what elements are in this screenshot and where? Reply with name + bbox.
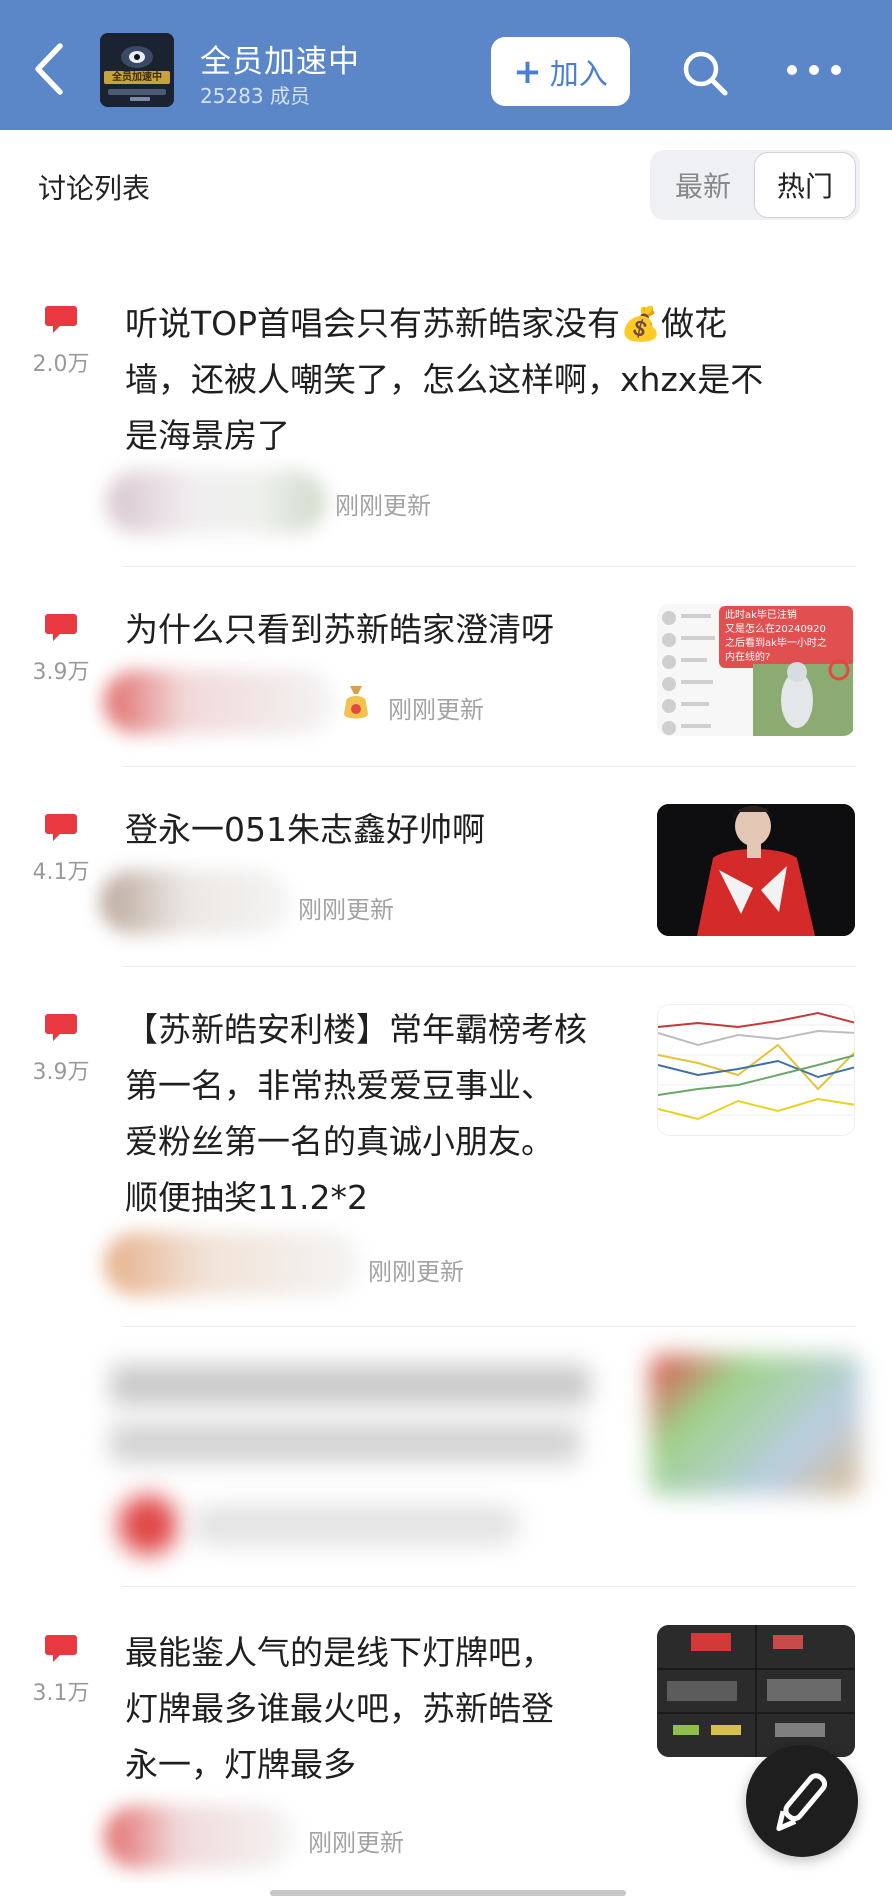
chat-bubble-icon: [45, 1635, 77, 1662]
group-avatar-image: [100, 33, 174, 107]
post-thumbnail[interactable]: [657, 1004, 855, 1136]
post-title-line: 顺便抽奖11.2*2: [125, 1178, 368, 1217]
sort-hot-tab[interactable]: 热门: [754, 152, 856, 218]
search-icon[interactable]: [680, 48, 730, 98]
blurred-thumbnail: [650, 1355, 860, 1495]
post-title: 最能鉴人气的是线下灯牌吧， 灯牌最多谁最火吧，苏新皓登 永一，灯牌最多: [125, 1625, 554, 1793]
heat-count: 2.0万: [32, 352, 90, 377]
update-time: 刚刚更新: [388, 696, 484, 724]
post-title-line: 最能鉴人气的是线下灯牌吧，: [125, 1633, 554, 1672]
divider: [122, 566, 856, 567]
post-title-line: 永一，灯牌最多: [125, 1745, 356, 1784]
post-title: 登永一051朱志鑫好帅啊: [125, 802, 485, 858]
chat-bubble-icon: [45, 614, 77, 641]
member-count: 25283 成员: [200, 84, 310, 108]
post-item[interactable]: 3.9万 【苏新皓安利楼】常年霸榜考核 第一名，非常热爱爱豆事业、 爱粉丝第一名…: [0, 1000, 892, 1325]
heat-count: 3.1万: [32, 1681, 90, 1706]
heat-count: 3.9万: [32, 660, 90, 685]
group-avatar-label: 全员加速中: [112, 72, 162, 83]
home-indicator: [270, 1890, 626, 1896]
sort-latest-tab[interactable]: 最新: [650, 150, 756, 220]
post-item[interactable]: 3.9万 为什么只看到苏新皓家澄清呀 刚刚更新 此时ak毕已注销 又是怎么在20…: [0, 600, 892, 765]
chat-bubble-icon: [45, 814, 77, 841]
thumbnail-caption-line: 内在线的?: [725, 652, 771, 663]
post-thumbnail[interactable]: 此时ak毕已注销 又是怎么在20240920 之后看到ak毕一小时之 内在线的?: [657, 604, 855, 736]
join-button[interactable]: + 加入: [491, 37, 630, 106]
update-time: 刚刚更新: [298, 896, 394, 924]
post-title-line: 是海景房了: [125, 416, 290, 455]
post-title-line: 第一名，非常热爱爱豆事业、: [125, 1066, 554, 1105]
post-title: 听说TOP首唱会只有苏新皓家没有💰做花 墙，还被人嘲笑了，怎么这样啊，xhzx是…: [125, 296, 763, 464]
update-time: 刚刚更新: [368, 1258, 464, 1286]
top-bar: 全员加速中 全员加速中 25283 成员 + 加入: [0, 0, 892, 130]
post-item[interactable]: 2.0万 听说TOP首唱会只有苏新皓家没有💰做花 墙，还被人嘲笑了，怎么这样啊，…: [0, 290, 892, 565]
update-time: 刚刚更新: [335, 492, 431, 520]
post-item[interactable]: 4.1万 登永一051朱志鑫好帅啊 刚刚更新: [0, 800, 892, 965]
pen-icon: [776, 1773, 828, 1832]
heat-count: 3.9万: [32, 1060, 90, 1085]
blurred-title: [110, 1423, 580, 1463]
post-title-line: 听说TOP首唱会只有苏新皓家没有💰做花: [125, 304, 728, 343]
thumbnail-caption: 此时ak毕已注销 又是怎么在20240920 之后看到ak毕一小时之 内在线的?: [725, 609, 851, 665]
sort-toggle: 最新 热门: [650, 150, 860, 220]
thumbnail-photo: [657, 804, 855, 936]
join-button-label: 加入: [549, 56, 608, 91]
post-title-line: 登永一051朱志鑫好帅啊: [125, 810, 485, 849]
moneybag-icon: [344, 686, 368, 719]
post-thumbnail[interactable]: [657, 1625, 855, 1757]
chat-bubble-icon: [45, 306, 77, 333]
author-blurred: [106, 470, 326, 534]
author-blurred: [104, 670, 334, 734]
divider: [122, 1586, 856, 1587]
compose-button[interactable]: [746, 1745, 858, 1857]
author-blurred: [104, 1232, 360, 1296]
blurred-meta: [190, 1505, 520, 1545]
discussion-list-title: 讨论列表: [38, 172, 151, 205]
post-title-line: 墙，还被人嘲笑了，怎么这样啊，xhzx是不: [125, 360, 764, 399]
chat-bubble-icon: [45, 1014, 77, 1041]
plus-icon: +: [513, 51, 542, 92]
divider: [122, 766, 856, 767]
blurred-avatar: [118, 1495, 178, 1555]
post-title: 【苏新皓安利楼】常年霸榜考核 第一名，非常热爱爱豆事业、 爱粉丝第一名的真诚小朋…: [125, 1002, 587, 1226]
heat-count: 4.1万: [32, 860, 90, 885]
update-time: 刚刚更新: [308, 1829, 404, 1857]
post-title-line: 为什么只看到苏新皓家澄清呀: [125, 610, 554, 649]
post-title: 为什么只看到苏新皓家澄清呀: [125, 602, 554, 658]
group-avatar[interactable]: 全员加速中: [100, 33, 174, 107]
divider: [122, 1326, 856, 1327]
post-title-line: 【苏新皓安利楼】常年霸榜考核: [125, 1010, 587, 1049]
divider: [122, 966, 856, 967]
post-title-line: 爱粉丝第一名的真诚小朋友。: [125, 1122, 554, 1161]
author-blurred: [104, 1805, 294, 1869]
thumbnail-caption-line: 此时ak毕已注销: [725, 610, 797, 621]
thumbnail-line-chart: [658, 1005, 854, 1135]
back-chevron-icon[interactable]: [28, 38, 74, 100]
blurred-title: [110, 1365, 590, 1405]
post-item-blurred[interactable]: [0, 1345, 892, 1575]
group-name[interactable]: 全员加速中: [200, 36, 360, 81]
author-blurred: [100, 870, 290, 934]
post-thumbnail[interactable]: [657, 804, 855, 936]
post-title-line: 灯牌最多谁最火吧，苏新皓登: [125, 1689, 554, 1728]
thumbnail-photo-grid: [657, 1625, 855, 1757]
more-dots-icon[interactable]: [784, 60, 844, 80]
thumbnail-caption-line: 又是怎么在20240920: [725, 624, 826, 635]
thumbnail-caption-line: 之后看到ak毕一小时之: [725, 638, 827, 649]
